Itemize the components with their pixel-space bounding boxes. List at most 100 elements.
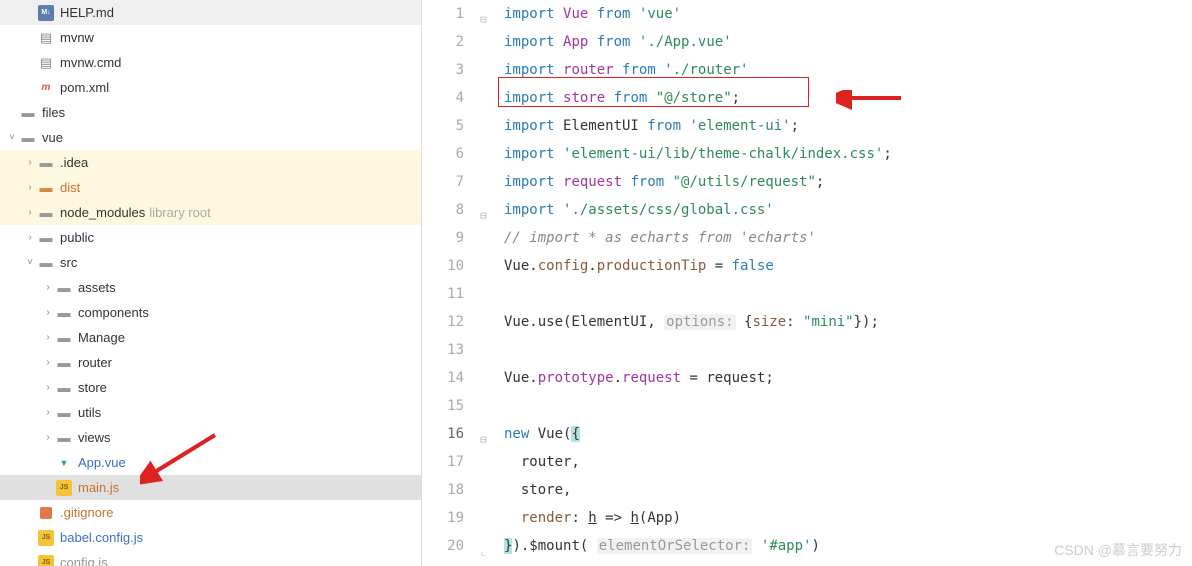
tree-item[interactable]: ›▬utils: [0, 400, 421, 425]
tree-item[interactable]: .gitignore: [0, 500, 421, 525]
tree-item[interactable]: ›▬router: [0, 350, 421, 375]
tree-item-label: Manage: [78, 330, 125, 345]
line-number: 16: [422, 420, 464, 448]
tree-item-label: .gitignore: [60, 505, 113, 520]
fold-icon[interactable]: ⊟: [480, 6, 487, 34]
line-number: 18: [422, 476, 464, 504]
tree-item-label: babel.config.js: [60, 530, 143, 545]
chevron-icon[interactable]: ›: [40, 330, 56, 346]
tree-item-label: vue: [42, 130, 63, 145]
watermark-text: CSDN @慕言要努力: [1054, 540, 1182, 560]
tree-item[interactable]: ›▬components: [0, 300, 421, 325]
tree-item-label: App.vue: [78, 455, 126, 470]
chevron-icon[interactable]: ›: [22, 155, 38, 171]
code-line[interactable]: import Vue from 'vue': [504, 0, 1192, 28]
fold-icon[interactable]: ⊟: [480, 202, 487, 230]
line-number: 10: [422, 252, 464, 280]
line-number: 6: [422, 140, 464, 168]
code-line[interactable]: new Vue({: [504, 420, 1192, 448]
tree-item[interactable]: ▤mvnw: [0, 25, 421, 50]
tree-item[interactable]: mpom.xml: [0, 75, 421, 100]
chevron-icon[interactable]: ›: [40, 280, 56, 296]
code-editor[interactable]: 1234567891011121314151617181920 ⊟⊟⊟⌞ imp…: [422, 0, 1192, 566]
chevron-icon[interactable]: ˅: [4, 130, 20, 146]
line-gutter: 1234567891011121314151617181920: [422, 0, 480, 566]
chevron-icon[interactable]: ›: [40, 355, 56, 371]
code-line[interactable]: import ElementUI from 'element-ui';: [504, 112, 1192, 140]
code-line[interactable]: import App from './App.vue': [504, 28, 1192, 56]
code-line[interactable]: router,: [504, 448, 1192, 476]
fold-icon[interactable]: ⌞: [480, 538, 487, 566]
tree-item[interactable]: ›▬assets: [0, 275, 421, 300]
tree-item[interactable]: ›▬dist: [0, 175, 421, 200]
tree-item[interactable]: ›▬Manage: [0, 325, 421, 350]
line-number: 1: [422, 0, 464, 28]
tree-item-label: views: [78, 430, 111, 445]
code-line[interactable]: store,: [504, 476, 1192, 504]
tree-item[interactable]: ›▬store: [0, 375, 421, 400]
line-number: 2: [422, 28, 464, 56]
code-line[interactable]: import router from './router': [504, 56, 1192, 84]
tree-item-suffix: library root: [149, 205, 210, 220]
tree-item-label: main.js: [78, 480, 119, 495]
tree-item[interactable]: ›▬node_moduleslibrary root: [0, 200, 421, 225]
chevron-icon[interactable]: ›: [40, 405, 56, 421]
tree-item-label: files: [42, 105, 65, 120]
code-area[interactable]: import Vue from 'vue'import App from './…: [496, 0, 1192, 566]
code-line[interactable]: import store from "@/store";: [504, 84, 1192, 112]
tree-item[interactable]: M↓HELP.md: [0, 0, 421, 25]
tree-item-label: router: [78, 355, 112, 370]
chevron-icon[interactable]: ›: [40, 305, 56, 321]
line-number: 17: [422, 448, 464, 476]
code-line[interactable]: render: h => h(App): [504, 504, 1192, 532]
line-number: 4: [422, 84, 464, 112]
tree-item-label: mvnw.cmd: [60, 55, 121, 70]
tree-item[interactable]: JSconfig.js: [0, 550, 421, 566]
chevron-icon[interactable]: ›: [40, 380, 56, 396]
fold-icon[interactable]: ⊟: [480, 426, 487, 454]
chevron-icon[interactable]: ›: [22, 180, 38, 196]
line-number: 3: [422, 56, 464, 84]
code-line[interactable]: Vue.prototype.request = request;: [504, 364, 1192, 392]
tree-item[interactable]: ›▬public: [0, 225, 421, 250]
code-line[interactable]: [504, 336, 1192, 364]
code-line[interactable]: [504, 392, 1192, 420]
tree-item-label: src: [60, 255, 77, 270]
tree-item-label: .idea: [60, 155, 88, 170]
tree-item-label: public: [60, 230, 94, 245]
tree-item-label: dist: [60, 180, 80, 195]
code-line[interactable]: import './assets/css/global.css': [504, 196, 1192, 224]
chevron-icon[interactable]: ›: [22, 230, 38, 246]
tree-item[interactable]: JSbabel.config.js: [0, 525, 421, 550]
tree-item-label: utils: [78, 405, 101, 420]
line-number: 8: [422, 196, 464, 224]
tree-item[interactable]: ›▬.idea: [0, 150, 421, 175]
code-line[interactable]: import 'element-ui/lib/theme-chalk/index…: [504, 140, 1192, 168]
line-number: 9: [422, 224, 464, 252]
chevron-icon[interactable]: ›: [22, 205, 38, 221]
code-line[interactable]: import request from "@/utils/request";: [504, 168, 1192, 196]
tree-item-label: components: [78, 305, 149, 320]
line-number: 11: [422, 280, 464, 308]
code-line[interactable]: // import * as echarts from 'echarts': [504, 224, 1192, 252]
ide-root: M↓HELP.md▤mvnw▤mvnw.cmdmpom.xml▬files˅▬v…: [0, 0, 1192, 566]
code-line[interactable]: Vue.use(ElementUI, options: {size: "mini…: [504, 308, 1192, 336]
tree-item[interactable]: ˅▬src: [0, 250, 421, 275]
code-line[interactable]: Vue.config.productionTip = false: [504, 252, 1192, 280]
line-number: 19: [422, 504, 464, 532]
tree-item[interactable]: JSmain.js: [0, 475, 421, 500]
tree-item[interactable]: ˅▬vue: [0, 125, 421, 150]
tree-item[interactable]: ▼App.vue: [0, 450, 421, 475]
tree-item[interactable]: ▤mvnw.cmd: [0, 50, 421, 75]
chevron-icon[interactable]: ›: [40, 430, 56, 446]
tree-item-label: store: [78, 380, 107, 395]
chevron-icon[interactable]: ˅: [22, 255, 38, 271]
line-number: 14: [422, 364, 464, 392]
fold-column: ⊟ ⊟ ⊟ ⌞: [480, 0, 496, 566]
tree-item[interactable]: ›▬views: [0, 425, 421, 450]
tree-item[interactable]: ▬files: [0, 100, 421, 125]
project-tree[interactable]: M↓HELP.md▤mvnw▤mvnw.cmdmpom.xml▬files˅▬v…: [0, 0, 422, 566]
line-number: 20: [422, 532, 464, 560]
line-number: 12: [422, 308, 464, 336]
code-line[interactable]: [504, 280, 1192, 308]
